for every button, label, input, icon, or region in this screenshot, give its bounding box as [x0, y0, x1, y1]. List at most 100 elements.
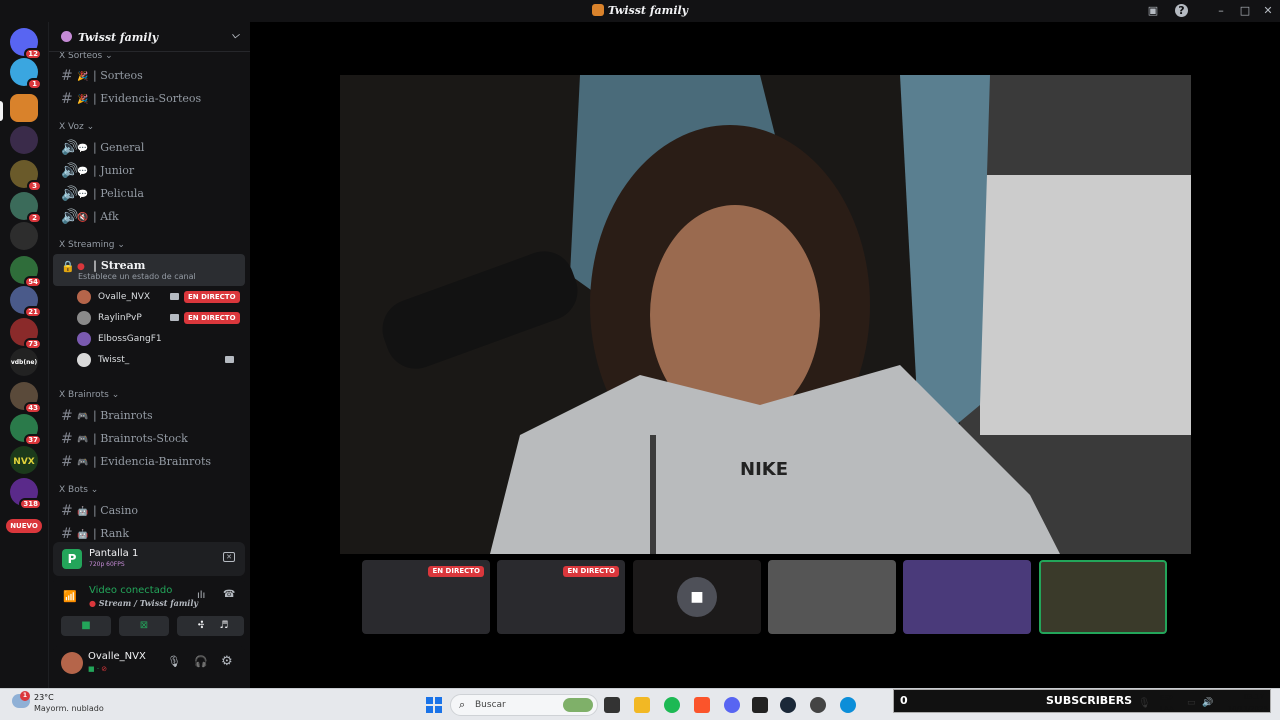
headphones-icon[interactable]: 🎧: [194, 655, 208, 668]
channel-rank[interactable]: # 🤖 | Rank: [53, 521, 245, 542]
signal-icon[interactable]: 📶: [63, 590, 77, 603]
channel-pelicula[interactable]: 🔊💬 | Pelicula: [53, 181, 245, 203]
guild-server-twisst[interactable]: [10, 94, 38, 122]
channel-brainrots[interactable]: # 🎮 | Brainrots: [53, 403, 245, 425]
stream-thumbnail[interactable]: [1039, 560, 1167, 634]
stop-share-icon[interactable]: ✕: [223, 552, 235, 562]
stream-thumbnail[interactable]: EN DIRECTO: [497, 560, 625, 634]
weather-desc[interactable]: Mayorm. nublado: [34, 704, 104, 713]
voice-channel-name: Stream: [98, 598, 132, 608]
stop-stream-button[interactable]: ⊠: [119, 616, 169, 636]
channel-sorteos[interactable]: # 🎉 | Sorteos: [53, 63, 245, 85]
guild-server-star[interactable]: 3: [10, 160, 42, 192]
hash-icon: #: [61, 68, 73, 84]
hash-icon: #: [61, 91, 73, 107]
soundboard-button[interactable]: ♬: [204, 616, 244, 636]
microphone-icon[interactable]: 🎙: [167, 655, 181, 668]
channel-list: X Sorteos ⌄ # 🎉 | Sorteos # 🎉 | Evidencia-So…: [49, 52, 251, 542]
channel-junior[interactable]: 🔊💬 | Junior: [53, 158, 245, 180]
stream-thumbnail[interactable]: EN DIRECTO: [362, 560, 490, 634]
category-voz[interactable]: X Voz ⌄: [59, 122, 94, 132]
guild-server-anime[interactable]: 21: [10, 286, 42, 318]
category-brainrots[interactable]: X Brainrots ⌄: [59, 390, 119, 400]
voice-member[interactable]: Twisst_: [77, 351, 247, 369]
channel-label: | Sorteos: [93, 69, 143, 82]
volume-icon[interactable]: 🔊: [1202, 698, 1213, 708]
channel-afk[interactable]: 🔊🔇 | Afk: [53, 204, 245, 226]
disconnect-icon[interactable]: ☎: [223, 589, 235, 600]
sound-wave-icon[interactable]: ılı: [197, 590, 205, 601]
new-badge[interactable]: NUEVO: [6, 519, 42, 533]
guild-server-dark[interactable]: [10, 126, 38, 154]
camera-icon: ■: [81, 620, 91, 631]
guild-discord-home[interactable]: 12: [10, 28, 42, 60]
guild-server-community[interactable]: [10, 222, 38, 250]
clock-time[interactable]: 03:17: [1230, 693, 1264, 701]
bubble-icon: 💬: [77, 190, 89, 200]
channel-evidencia-sorteos[interactable]: # 🎉 | Evidencia-Sorteos: [53, 86, 245, 108]
clock-date[interactable]: 10/11/2025: [1222, 705, 1268, 713]
channel-evidencia-brainrots[interactable]: # 🎮 | Evidencia-Brainrots: [53, 449, 245, 471]
voice-channel-info[interactable]: ● Stream / Twisst family: [89, 598, 198, 608]
file-explorer-icon[interactable]: [634, 697, 650, 713]
guild-server-char[interactable]: 43: [10, 382, 42, 414]
steam-icon[interactable]: [780, 697, 796, 713]
guild-server-wings[interactable]: 2: [10, 192, 42, 224]
hash-icon: #: [61, 454, 73, 470]
windows-start-icon[interactable]: [426, 697, 442, 713]
user-name[interactable]: Ovalle_NVX: [88, 651, 146, 662]
category-streaming[interactable]: X Streaming ⌄: [59, 240, 125, 250]
server-header[interactable]: Twisst family ⌵: [49, 22, 251, 52]
task-view-icon[interactable]: [604, 697, 620, 713]
weather-temp[interactable]: 23°C: [34, 693, 54, 702]
edge-icon[interactable]: [840, 697, 856, 713]
language-indicator[interactable]: ESP: [1160, 694, 1173, 702]
main-video[interactable]: NIKE: [340, 75, 1191, 554]
category-sorteos[interactable]: X Sorteos ⌄: [59, 52, 113, 61]
stream-thumbnail[interactable]: [768, 560, 896, 634]
stream-thumbnail[interactable]: [903, 560, 1031, 634]
minimize-icon[interactable]: –: [1213, 3, 1229, 19]
camera-button[interactable]: ■: [61, 616, 111, 636]
guild-server-purple[interactable]: 318: [10, 478, 42, 510]
voice-status[interactable]: Video conectado: [89, 585, 172, 596]
webcam-feed: NIKE: [340, 75, 1191, 554]
microphone-tray-icon[interactable]: 🎙: [1138, 698, 1151, 709]
discord-icon[interactable]: [724, 697, 740, 713]
voice-member[interactable]: RaylinPvP EN DIRECTO: [77, 309, 247, 327]
channel-brainrots-stock[interactable]: # 🎮 | Brainrots-Stock: [53, 426, 245, 448]
guild-icon: [10, 126, 38, 154]
voice-member[interactable]: Ovalle_NVX EN DIRECTO: [77, 288, 247, 306]
channel-casino[interactable]: # 🤖 | Casino: [53, 498, 245, 520]
close-icon[interactable]: ✕: [1260, 3, 1276, 19]
guild-server-zona[interactable]: 54: [10, 256, 42, 288]
avatar[interactable]: [61, 652, 83, 674]
stream-thumbnail[interactable]: ■: [633, 560, 761, 634]
guild-server-mix[interactable]: 37: [10, 414, 42, 446]
audio-app-icon[interactable]: [752, 697, 768, 713]
network-icon[interactable]: ▭: [1187, 698, 1196, 708]
subscribers-label: SUBSCRIBERS: [1046, 694, 1133, 707]
language-layout[interactable]: LAA: [1160, 705, 1174, 713]
unread-badge: 1: [27, 78, 42, 90]
search-input[interactable]: ⌕ Buscar: [450, 694, 598, 716]
spotify-icon[interactable]: [664, 697, 680, 713]
voice-member[interactable]: ElbossGangF1: [77, 330, 247, 348]
gear-icon[interactable]: ⚙: [221, 654, 233, 669]
brave-icon[interactable]: [694, 697, 710, 713]
channel-stream[interactable]: 🔒 ● | Stream Establece un estado de canal: [53, 254, 245, 286]
hash-icon: #: [61, 431, 73, 447]
maximize-icon[interactable]: □: [1237, 3, 1253, 19]
party-icon: 🎉: [77, 72, 89, 82]
obs-icon[interactable]: [810, 697, 826, 713]
guild-server-blue[interactable]: 1: [10, 58, 42, 90]
channel-status[interactable]: Establece un estado de canal: [78, 272, 196, 281]
chevron-down-icon[interactable]: ⌵: [231, 30, 239, 41]
category-bots[interactable]: X Bots ⌄: [59, 485, 98, 495]
channel-general[interactable]: 🔊💬 | General: [53, 135, 245, 157]
help-icon[interactable]: ?: [1175, 4, 1188, 17]
camera-icon: [170, 293, 179, 300]
svg-text:NIKE: NIKE: [740, 459, 788, 480]
inbox-icon[interactable]: ▣: [1145, 3, 1161, 19]
guild-server-red[interactable]: 73: [10, 318, 42, 350]
